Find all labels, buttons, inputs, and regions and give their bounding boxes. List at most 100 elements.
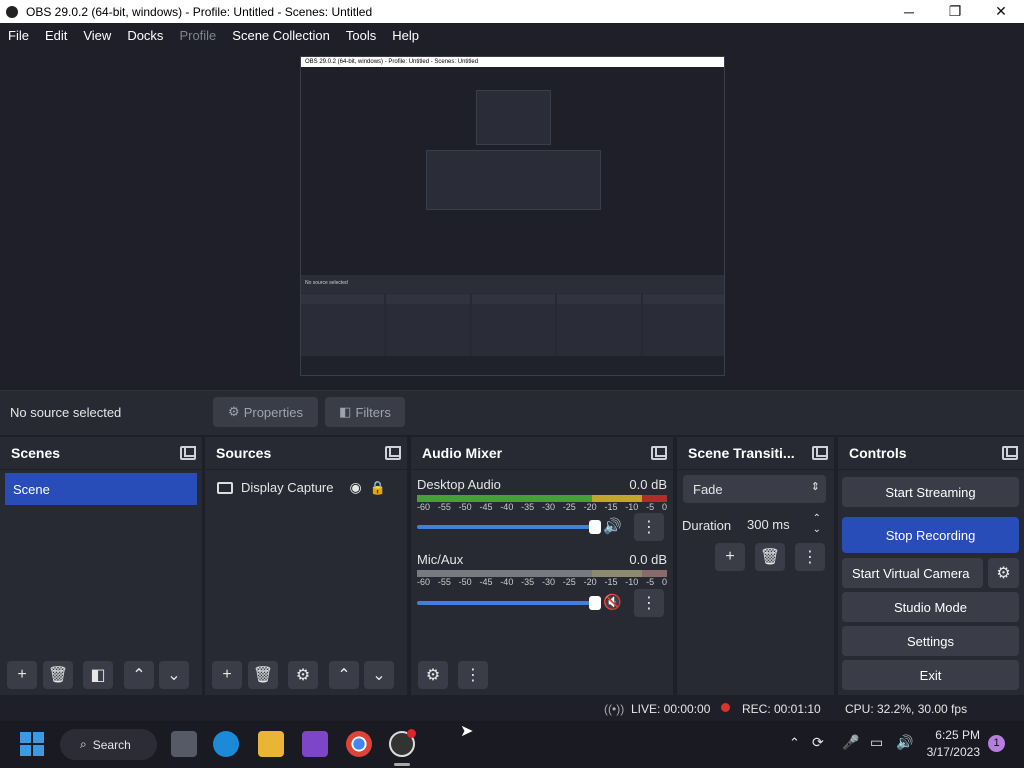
monitor-icon: [217, 481, 233, 494]
scenes-title: Scenes: [11, 445, 61, 461]
stop-recording-button[interactable]: Stop Recording: [842, 517, 1019, 553]
spin-arrows-icon[interactable]: ⌃ ⌄: [813, 513, 821, 535]
duration-spinbox[interactable]: 300 ms ⌃ ⌄: [737, 510, 825, 540]
maximize-button[interactable]: ❐: [932, 0, 978, 23]
volume-icon[interactable]: 🔊: [896, 734, 913, 751]
mixer-options-button[interactable]: ⋮: [458, 661, 488, 689]
slider-handle[interactable]: [589, 596, 601, 610]
notification-badge[interactable]: 1: [988, 735, 1005, 752]
menu-scene-collection[interactable]: Scene Collection: [224, 28, 338, 43]
advanced-audio-button[interactable]: ⚙: [418, 661, 448, 689]
chrome-icon[interactable]: [346, 731, 372, 757]
remove-scene-button[interactable]: 🗑: [43, 661, 73, 689]
channel-name: Desktop Audio: [417, 477, 501, 492]
transitions-title: Scene Transiti...: [688, 445, 795, 461]
windows-start-icon[interactable]: [20, 732, 44, 756]
mixer-menu-button[interactable]: ⋮: [634, 513, 664, 541]
menu-file[interactable]: File: [0, 28, 37, 43]
tick-label: -10: [625, 502, 639, 512]
move-source-up-button[interactable]: ⌃: [329, 661, 359, 689]
close-button[interactable]: ✕: [978, 0, 1024, 23]
edge-icon[interactable]: [213, 731, 239, 757]
gears-icon: ⚙: [425, 667, 441, 684]
menu-tools[interactable]: Tools: [338, 28, 384, 43]
float-dock-icon[interactable]: [812, 446, 828, 460]
windows-taskbar: ⌕ Search ➤ ⌃ ⟳ 🎤 ▭ 🔊 6:25 PM 3/17/2023 1: [0, 721, 1024, 768]
scene-filters-button[interactable]: ◧: [83, 661, 113, 689]
obs-app-icon: [6, 5, 18, 18]
slider-handle[interactable]: [589, 520, 601, 534]
virtual-camera-settings-button[interactable]: ⚙: [988, 558, 1019, 588]
mixer-menu-button[interactable]: ⋮: [634, 589, 664, 617]
float-dock-icon[interactable]: [1002, 446, 1018, 460]
file-explorer-icon[interactable]: [258, 731, 284, 757]
scenes-header: Scenes: [0, 437, 202, 470]
clock-time[interactable]: 6:25 PM: [925, 728, 980, 742]
nested-preview: [426, 150, 601, 210]
taskbar-search[interactable]: ⌕ Search: [60, 729, 157, 760]
chevron-up-icon[interactable]: ⌃: [789, 735, 800, 751]
remove-transition-button[interactable]: 🗑: [755, 543, 785, 571]
filter-icon: ◧: [90, 667, 106, 684]
transition-selected: Fade: [693, 482, 723, 497]
move-source-down-button[interactable]: ⌄: [364, 661, 394, 689]
transition-select[interactable]: Fade ⇕: [683, 475, 826, 503]
start-virtual-camera-button[interactable]: Start Virtual Camera: [842, 558, 983, 588]
float-dock-icon[interactable]: [180, 446, 196, 460]
menu-edit[interactable]: Edit: [37, 28, 75, 43]
lock-icon[interactable]: 🔒: [370, 480, 386, 496]
filters-button[interactable]: ◧ Filters: [325, 397, 405, 427]
move-scene-up-button[interactable]: ⌃: [124, 661, 154, 689]
kebab-icon: ⋮: [802, 549, 818, 566]
status-bar: ((•)) LIVE: 00:00:00 REC: 00:01:10 CPU: …: [0, 695, 1024, 721]
add-transition-button[interactable]: +: [715, 543, 745, 571]
network-icon[interactable]: ▭: [870, 734, 883, 751]
trash-icon: 🗑: [252, 667, 274, 684]
source-properties-button[interactable]: ⚙: [288, 661, 318, 689]
filter-icon: ◧: [339, 404, 352, 419]
eye-icon[interactable]: ◉: [350, 479, 362, 496]
source-item[interactable]: Display Capture ◉ 🔒: [217, 479, 397, 496]
move-scene-down-button[interactable]: ⌄: [159, 661, 189, 689]
speaker-icon[interactable]: 🔊: [603, 517, 622, 535]
scenes-dock: Scenes Scene + 🗑 ◧ ⌃ ⌄: [0, 437, 202, 695]
volume-meter: [417, 570, 667, 577]
live-timer: LIVE: 00:00:00: [631, 702, 711, 716]
add-scene-button[interactable]: +: [7, 661, 37, 689]
nested-preview-small: [476, 90, 551, 145]
menu-view[interactable]: View: [75, 28, 119, 43]
microphone-icon[interactable]: 🎤: [842, 734, 859, 751]
active-app-indicator: [394, 763, 410, 766]
volume-slider[interactable]: [417, 596, 601, 610]
task-view-icon[interactable]: [171, 731, 197, 757]
add-source-button[interactable]: +: [212, 661, 242, 689]
gear-icon: ⚙: [228, 404, 240, 419]
source-toolbar: No source selected ⚙ Properties ◧ Filter…: [0, 390, 1024, 435]
sources-title: Sources: [216, 445, 272, 461]
menu-help[interactable]: Help: [384, 28, 427, 43]
studio-mode-button[interactable]: Studio Mode: [842, 592, 1019, 622]
properties-button[interactable]: ⚙ Properties: [213, 397, 318, 427]
tick-label: -20: [583, 502, 597, 512]
exit-button[interactable]: Exit: [842, 660, 1019, 690]
menu-profile[interactable]: Profile: [171, 28, 224, 43]
speaker-muted-icon[interactable]: 🔇: [603, 593, 622, 611]
remove-source-button[interactable]: 🗑: [248, 661, 278, 689]
visual-studio-icon[interactable]: [302, 731, 328, 757]
volume-slider[interactable]: [417, 520, 601, 534]
settings-button[interactable]: Settings: [842, 626, 1019, 656]
rec-timer: REC: 00:01:10: [742, 702, 821, 716]
start-streaming-button[interactable]: Start Streaming: [842, 477, 1019, 507]
float-dock-icon[interactable]: [385, 446, 401, 460]
inner-preview: [301, 75, 724, 275]
sources-header: Sources: [205, 437, 407, 470]
tick-label: -15: [604, 577, 618, 587]
sync-icon[interactable]: ⟳: [812, 734, 824, 751]
transition-options-button[interactable]: ⋮: [795, 543, 825, 571]
preview-canvas[interactable]: OBS 29.0.2 (64-bit, windows) - Profile: …: [0, 47, 1024, 390]
clock-date[interactable]: 3/17/2023: [925, 745, 980, 759]
minimize-button[interactable]: ─: [886, 0, 932, 23]
float-dock-icon[interactable]: [651, 446, 667, 460]
menu-docks[interactable]: Docks: [119, 28, 171, 43]
scene-item[interactable]: Scene: [5, 473, 197, 505]
